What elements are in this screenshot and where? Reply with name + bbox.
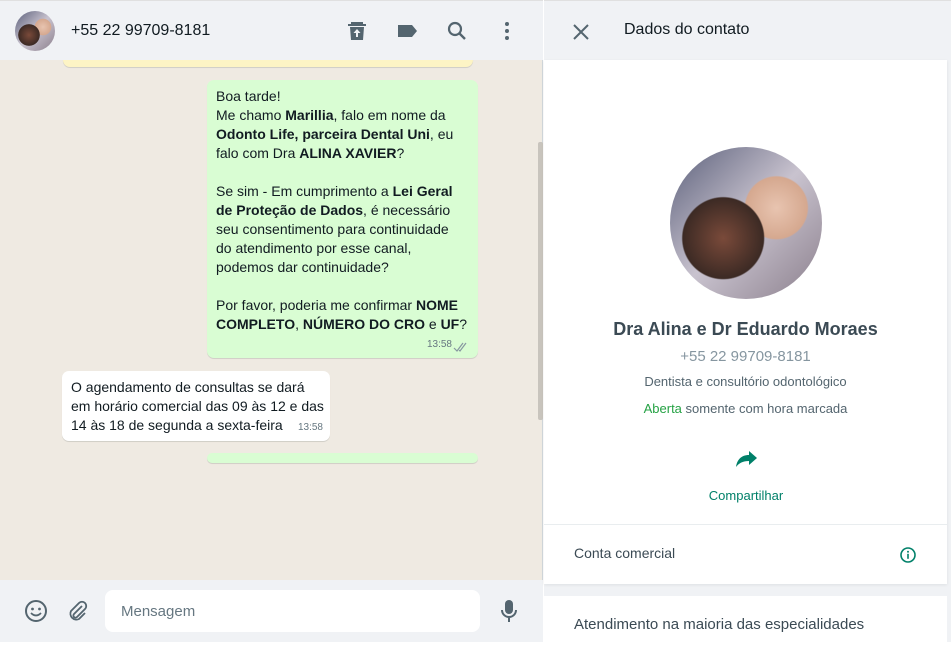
- hours-text: somente com hora marcada: [681, 401, 848, 416]
- text-segment: Por favor, poderia me confirmar: [216, 297, 416, 313]
- message-time: 13:58: [426, 339, 452, 350]
- attach-icon[interactable]: [65, 599, 89, 623]
- contact-phone: +55 22 99709-8181: [680, 348, 811, 365]
- contact-avatar[interactable]: [15, 11, 55, 51]
- business-account-label: Conta comercial: [574, 545, 676, 561]
- message-line: Odonto Life, parceira Dental Uni, eu: [216, 125, 469, 144]
- message-line: Se sim - Em cumprimento a Lei Geral: [216, 182, 469, 201]
- contact-summary: Dra Alina e Dr Eduardo Moraes +55 22 997…: [544, 60, 947, 584]
- chat-panel: +55 22 99709-8181 Boa tarde! Me chamo Mar…: [0, 0, 543, 642]
- bold-text: de Proteção de Dados: [216, 202, 364, 218]
- info-icon[interactable]: [900, 547, 916, 563]
- share-button[interactable]: Compartilhar: [706, 445, 786, 510]
- message-line: em horário comercial das 09 às 12 e das: [71, 397, 324, 416]
- message-line: seu consentimento para continuidade: [216, 220, 469, 239]
- share-label: Compartilhar: [708, 488, 784, 503]
- bold-text: Lei Geral: [392, 183, 453, 199]
- message-text: O agendamento de consultas se dará em hor…: [71, 378, 324, 435]
- open-status: Aberta: [643, 401, 682, 416]
- text-segment: O agendamento de consultas se dará: [71, 379, 305, 395]
- chat-header[interactable]: +55 22 99709-8181: [0, 0, 543, 60]
- message-outgoing[interactable]: Boa tarde! Me chamo Marillia, falo em nom…: [207, 80, 478, 358]
- contact-photo[interactable]: [670, 147, 822, 299]
- text-segment: ?: [396, 145, 405, 161]
- message-line: do atendimento por esse canal,: [216, 239, 469, 258]
- about-text: Atendimento na maioria das especialidade…: [574, 616, 865, 633]
- message-line: O agendamento de consultas se dará: [71, 378, 321, 397]
- message-text: Boa tarde! Me chamo Marillia, falo em nom…: [216, 87, 469, 334]
- panel-title: Dados do contato: [624, 21, 750, 38]
- text-segment: do atendimento por esse canal,: [216, 240, 412, 256]
- business-account-row[interactable]: Conta comercial: [544, 525, 947, 584]
- read-ticks-icon: [453, 342, 467, 352]
- message-line: [216, 277, 469, 296]
- contact-info-panel: Dados do contato Dra Alina e Dr Eduardo …: [544, 0, 951, 656]
- contact-number[interactable]: +55 22 99709-8181: [71, 22, 210, 40]
- share-icon: [736, 451, 757, 467]
- text-segment: falo com Dra: [216, 145, 300, 161]
- message-line: falo com Dra ALINA XAVIER?: [216, 144, 469, 163]
- text-segment: ?: [459, 316, 468, 332]
- text-segment: ,: [295, 316, 303, 332]
- composer: [0, 580, 543, 642]
- text-segment: e: [424, 316, 441, 332]
- bold-text: ALINA XAVIER: [299, 145, 397, 161]
- archive-icon[interactable]: [345, 19, 369, 43]
- message-incoming[interactable]: O agendamento de consultas se dará em hor…: [62, 371, 330, 441]
- message-line: Me chamo Marillia, falo em nome da: [216, 106, 469, 125]
- message-outgoing-partial[interactable]: [207, 453, 478, 463]
- message-list[interactable]: Boa tarde! Me chamo Marillia, falo em nom…: [0, 60, 543, 580]
- text-segment: seu consentimento para continuidade: [216, 221, 449, 237]
- text-segment: 14 às 18 de segunda a sexta-feira: [71, 417, 283, 433]
- menu-icon[interactable]: [495, 19, 519, 43]
- bold-text: NOME: [415, 297, 458, 313]
- message-input[interactable]: [105, 590, 480, 632]
- message-line: Boa tarde!: [216, 87, 469, 106]
- business-hours: Aberta somente com hora marcada: [544, 401, 947, 416]
- system-message-partial: [63, 60, 473, 67]
- message-line: Por favor, poderia me confirmar NOME: [216, 296, 469, 315]
- search-icon[interactable]: [445, 19, 469, 43]
- message-line: COMPLETO, NÚMERO DO CRO e UF?: [216, 315, 469, 334]
- close-icon[interactable]: [572, 23, 590, 41]
- bold-text: COMPLETO: [216, 316, 296, 332]
- contact-info-header: Dados do contato: [544, 0, 951, 60]
- contact-name: Dra Alina e Dr Eduardo Moraes: [613, 319, 878, 339]
- message-line: de Proteção de Dados, é necessário: [216, 201, 469, 220]
- bold-text: NÚMERO DO CRO: [302, 316, 425, 332]
- text-segment: Me chamo: [216, 107, 286, 123]
- message-line: 14 às 18 de segunda a sexta-feira: [71, 416, 321, 435]
- text-segment: em horário comercial das 09 às 12 e das: [71, 398, 324, 414]
- message-line: [216, 163, 469, 182]
- text-segment: , é necessário: [363, 202, 451, 218]
- text-segment: , falo em nome da: [333, 107, 446, 123]
- about-section: Atendimento na maioria das especialidade…: [544, 596, 947, 656]
- bold-text: Marillia: [285, 107, 334, 123]
- text-segment: Se sim - Em cumprimento a: [216, 183, 393, 199]
- text-segment: Boa tarde!: [216, 88, 281, 104]
- bold-text: Odonto Life, parceira Dental Uni: [216, 126, 430, 142]
- text-segment: , eu: [429, 126, 454, 142]
- business-category: Dentista e consultório odontológico: [644, 374, 847, 389]
- message-time: 13:58: [297, 422, 323, 433]
- microphone-icon[interactable]: [497, 598, 521, 624]
- label-icon[interactable]: [395, 19, 419, 43]
- bold-text: UF: [440, 316, 460, 332]
- message-line: podemos dar continuidade?: [216, 258, 469, 277]
- emoji-icon[interactable]: [24, 599, 48, 623]
- chat-scrollbar[interactable]: [538, 142, 543, 420]
- text-segment: podemos dar continuidade?: [216, 259, 389, 275]
